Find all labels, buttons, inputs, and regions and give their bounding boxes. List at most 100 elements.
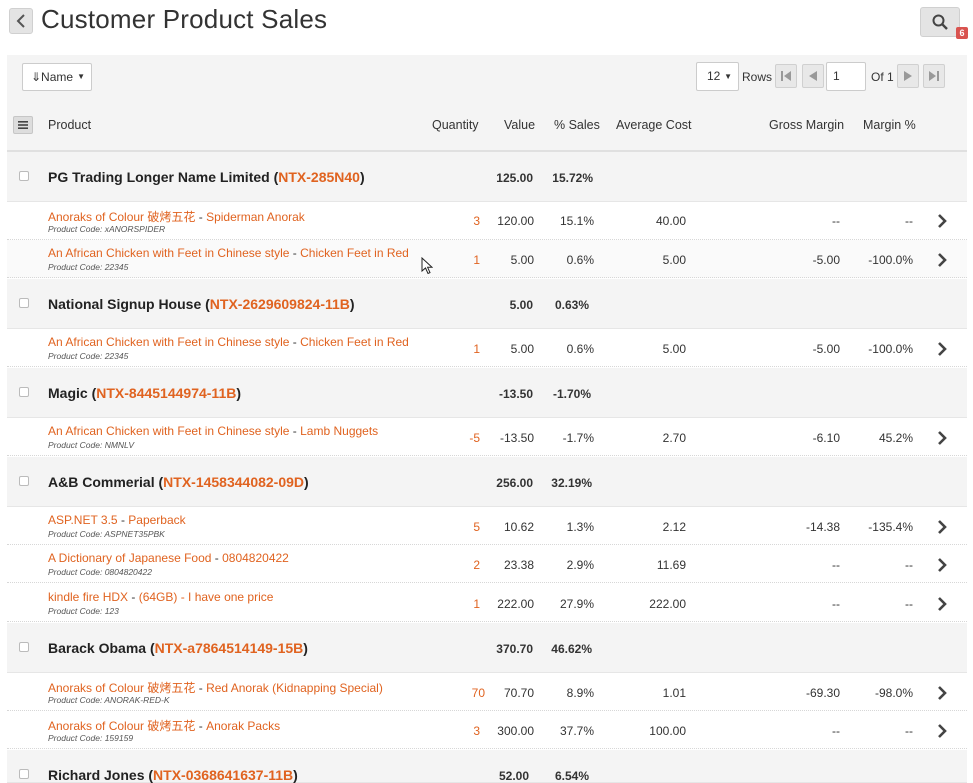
product-value: -13.50 [499,431,534,445]
product-name-link[interactable]: Anorak Packs [206,719,280,733]
product-line: Anoraks of Colour 破烤五花 - Spiderman Anora… [48,210,305,224]
product-name-link[interactable]: Red Anorak (Kidnapping Special) [206,681,383,695]
product-name-link[interactable]: (64GB) - I have one price [139,590,274,604]
product-sales: 2.9% [566,558,594,572]
column-menu-button[interactable] [13,116,33,134]
row-detail-button[interactable] [935,429,949,447]
product-row[interactable]: Anoraks of Colour 破烤五花 - Anorak Packs Pr… [7,711,967,749]
group-sales: 46.62% [551,642,592,656]
quantity-link[interactable]: 5 [452,520,480,534]
product-category-link[interactable]: An African Chicken with Feet in Chinese … [48,424,289,438]
column-header-value[interactable]: Value [504,118,535,132]
product-value: 70.70 [503,686,534,700]
caret-down-icon: ▼ [724,72,732,81]
page-number-input[interactable]: 1 [826,62,866,91]
product-category-link[interactable]: Anoraks of Colour 破烤五花 [48,681,195,695]
column-header-gross-margin[interactable]: Gross Margin [769,118,844,132]
product-category-link[interactable]: Anoraks of Colour 破烤五花 [48,719,195,733]
previous-page-button[interactable] [802,64,824,88]
product-category-link[interactable]: Anoraks of Colour 破烤五花 [48,210,195,224]
product-row[interactable]: Anoraks of Colour 破烤五花 - Spiderman Anora… [7,202,967,240]
customer-code-link[interactable]: NTX-1458344082-09D [163,474,304,490]
customer-group-row: National Signup House (NTX-2629609824-11… [7,279,967,329]
product-row[interactable]: A Dictionary of Japanese Food - 08048204… [7,545,967,583]
row-checkbox[interactable] [19,476,29,486]
product-name-link[interactable]: Spiderman Anorak [206,210,305,224]
product-name-link[interactable]: Chicken Feet in Red [300,335,409,349]
customer-code-link[interactable]: NTX-2629609824-11B [210,296,350,312]
product-category-link[interactable]: A Dictionary of Japanese Food [48,551,211,565]
product-line: ASP.NET 3.5 - Paperback [48,513,186,527]
column-header-quantity[interactable]: Quantity [432,118,479,132]
page-title: Customer Product Sales [41,4,328,34]
product-name-link[interactable]: 0804820422 [222,551,289,565]
product-row[interactable]: An African Chicken with Feet in Chinese … [7,240,967,278]
search-button[interactable] [920,7,960,37]
quantity-link[interactable]: 1 [452,597,480,611]
row-checkbox[interactable] [19,642,29,652]
product-category-link[interactable]: An African Chicken with Feet in Chinese … [48,246,289,260]
customer-code-link[interactable]: NTX-8445144974-11B [96,385,236,401]
group-value: 52.00 [498,769,529,783]
group-value: 370.70 [496,642,533,656]
row-detail-button[interactable] [935,518,949,536]
product-row[interactable]: An African Chicken with Feet in Chinese … [7,329,967,367]
product-row[interactable]: ASP.NET 3.5 - Paperback Product Code: AS… [7,507,967,545]
row-checkbox[interactable] [19,769,29,779]
quantity-link[interactable]: 1 [452,342,480,356]
row-detail-button[interactable] [935,556,949,574]
product-name-link[interactable]: Paperback [128,513,185,527]
rows-label: Rows [742,70,773,84]
quantity-link[interactable]: 1 [452,253,480,267]
row-checkbox[interactable] [19,387,29,397]
product-line: kindle fire HDX - (64GB) - I have one pr… [48,590,274,604]
product-row[interactable]: Anoraks of Colour 破烤五花 - Red Anorak (Kid… [7,673,967,711]
product-value: 222.00 [497,597,534,611]
first-page-button[interactable] [775,64,797,88]
product-row[interactable]: An African Chicken with Feet in Chinese … [7,418,967,456]
back-button[interactable] [9,8,33,34]
product-category-link[interactable]: ASP.NET 3.5 [48,513,118,527]
group-sales: 32.19% [551,476,592,490]
product-name-link[interactable]: Chicken Feet in Red [300,246,409,260]
row-checkbox[interactable] [19,171,29,181]
customer-code-link[interactable]: NTX-a7864514149-15B [155,640,304,656]
product-margin-pct: -- [905,558,913,572]
customer-name: PG Trading Longer Name Limited (NTX-285N… [48,169,365,185]
row-detail-button[interactable] [935,684,949,702]
customer-code-link[interactable]: NTX-0368641637-11B [153,767,293,783]
customer-group-row: Richard Jones (NTX-0368641637-11B) 52.00… [7,750,967,783]
quantity-link[interactable]: 70 [452,686,485,700]
row-detail-button[interactable] [935,595,949,613]
product-category-link[interactable]: An African Chicken with Feet in Chinese … [48,335,289,349]
column-header-product[interactable]: Product [48,118,91,132]
column-header-average-cost[interactable]: Average Cost [616,118,692,132]
product-row[interactable]: kindle fire HDX - (64GB) - I have one pr… [7,584,967,622]
product-sales: 0.6% [566,253,594,267]
group-sales: 0.63% [554,298,589,312]
chevron-right-icon [938,431,947,445]
row-detail-button[interactable] [935,251,949,269]
column-header-sales[interactable]: % Sales [554,118,600,132]
customer-code-link[interactable]: NTX-285N40 [278,169,360,185]
product-value: 120.00 [497,214,534,228]
last-page-button[interactable] [923,64,945,88]
quantity-link[interactable]: 3 [452,724,480,738]
row-detail-button[interactable] [935,340,949,358]
quantity-link[interactable]: 3 [452,214,480,228]
product-average-cost: 222.00 [649,597,686,611]
next-page-button[interactable] [897,64,919,88]
product-line: Anoraks of Colour 破烤五花 - Anorak Packs [48,719,281,733]
customer-group-row: Magic (NTX-8445144974-11B) -13.50 -1.70% [7,368,967,418]
rows-per-page-select[interactable]: 12 ▼ [696,62,739,91]
quantity-link[interactable]: 2 [452,558,480,572]
product-line: An African Chicken with Feet in Chinese … [48,335,409,349]
row-detail-button[interactable] [935,212,949,230]
product-name-link[interactable]: Lamb Nuggets [300,424,378,438]
sort-select[interactable]: ⇓Name ▼ [22,63,92,91]
row-checkbox[interactable] [19,298,29,308]
quantity-link[interactable]: -5 [452,431,480,445]
row-detail-button[interactable] [935,722,949,740]
product-category-link[interactable]: kindle fire HDX [48,590,128,604]
column-header-margin-pct[interactable]: Margin % [863,118,916,132]
